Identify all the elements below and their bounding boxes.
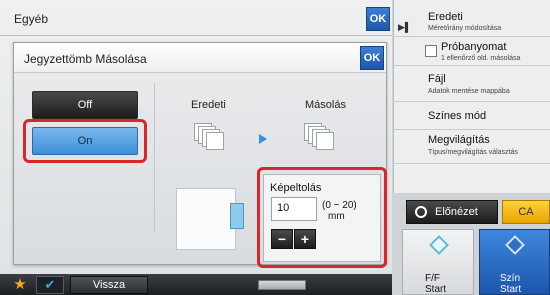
image-shift-label: Képeltolás	[270, 182, 322, 194]
menu-original-title: Eredeti	[428, 11, 463, 23]
menu-exposure-title: Megvilágítás	[428, 134, 490, 146]
background-title: Egyéb	[14, 12, 49, 26]
range-text: (0 ~ 20)	[322, 200, 357, 211]
copy-label: Másolás	[305, 99, 346, 111]
menu-original-sub: Méret/irány módosítása	[428, 25, 502, 32]
menu-proof-title: Próbanyomat	[441, 41, 507, 53]
menu-proof[interactable]: Próbanyomat 1 ellenőrző old. másolása	[393, 37, 550, 66]
bw-start-label: F/F Start	[411, 273, 446, 295]
bw-start-button[interactable]: F/F Start	[402, 229, 474, 295]
page-preview	[176, 188, 236, 250]
background-title-bar	[0, 0, 392, 36]
original-label: Eredeti	[191, 99, 226, 111]
check-icon[interactable]: ✔	[36, 276, 64, 294]
minus-button[interactable]: −	[271, 229, 293, 249]
preview-icon	[415, 206, 427, 218]
menu-proof-sub: 1 ellenőrző old. másolása	[441, 55, 521, 62]
favorite-star-icon[interactable]: ★	[10, 276, 30, 294]
background-ok-button[interactable]: OK	[366, 7, 390, 31]
arrow-right-icon	[259, 134, 267, 144]
binding-edge-icon	[230, 203, 244, 229]
color-start-line1: Szín	[500, 273, 521, 284]
menu-file[interactable]: Fájl Adatok mentése mappába	[393, 66, 550, 102]
menu-original[interactable]: Eredeti Méret/irány módosítása	[393, 0, 550, 37]
bw-start-line2: Start	[425, 284, 447, 295]
original-pages-icon	[194, 123, 226, 150]
proof-checkbox[interactable]	[425, 45, 437, 57]
image-shift-panel: Képeltolás 10 (0 ~ 20) mm − +	[263, 174, 381, 262]
menu-file-sub: Adatok mentése mappába	[428, 88, 510, 95]
preview-button[interactable]: Előnézet	[406, 200, 498, 224]
color-start-label: Szín Start	[490, 273, 521, 295]
image-shift-input[interactable]: 10	[271, 197, 317, 221]
color-start-button[interactable]: Szín Start	[479, 229, 550, 295]
start-diamond-icon	[429, 235, 449, 255]
plus-button[interactable]: +	[294, 229, 316, 249]
dialog-title: Jegyzettömb Másolása	[24, 52, 147, 66]
image-shift-range: (0 ~ 20) mm	[322, 200, 357, 222]
menu-exposure-sub: Típus/megvilágítás választás	[428, 149, 518, 156]
start-diamond-icon	[505, 235, 525, 255]
unit-text: mm	[328, 211, 345, 222]
menu-exposure[interactable]: Megvilágítás Típus/megvilágítás választá…	[393, 130, 550, 164]
scroll-handle[interactable]	[258, 280, 306, 290]
preview-label: Előnézet	[435, 206, 478, 218]
menu-color-mode[interactable]: Színes mód	[393, 102, 550, 130]
divider	[154, 83, 155, 233]
dialog-ok-button[interactable]: OK	[360, 46, 384, 70]
off-button[interactable]: Off	[32, 91, 138, 119]
bw-start-line1: F/F	[425, 273, 440, 284]
copy-pages-icon	[304, 123, 336, 150]
menu-color-mode-title: Színes mód	[428, 110, 487, 122]
on-button[interactable]: On	[32, 127, 138, 155]
color-start-line2: Start	[500, 284, 522, 295]
clear-all-button[interactable]: CA	[502, 200, 550, 224]
menu-file-title: Fájl	[428, 73, 446, 85]
back-button[interactable]: Vissza	[70, 276, 148, 294]
